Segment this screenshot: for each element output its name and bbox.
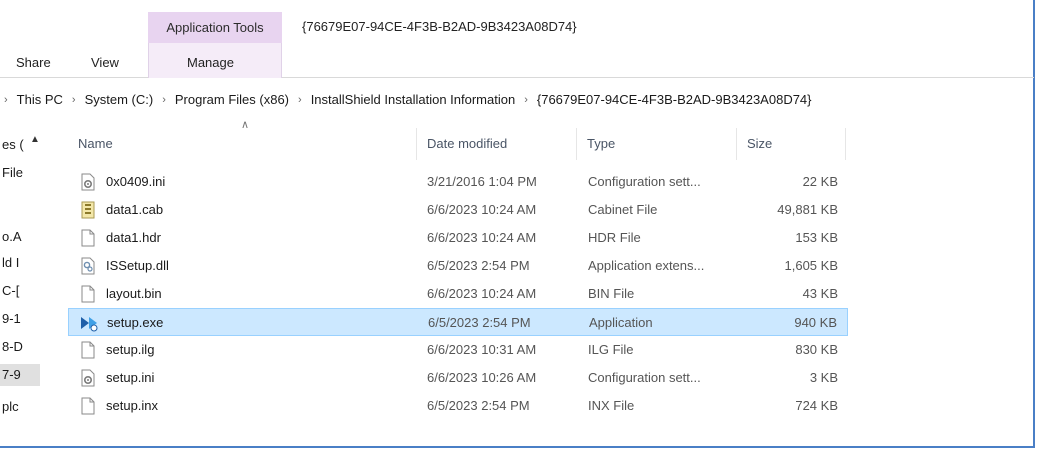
- nav-item[interactable]: 8-D: [0, 336, 40, 358]
- blank-file-icon: [81, 341, 95, 359]
- ini-file-icon: [81, 173, 95, 191]
- nav-item[interactable]: File: [0, 162, 40, 184]
- file-row[interactable]: setup.ilg 6/6/2023 10:31 AM ILG File 830…: [68, 336, 848, 364]
- file-name: setup.ini: [106, 370, 155, 385]
- file-size: 22 KB: [802, 174, 838, 189]
- file-size: 1,605 KB: [784, 258, 839, 273]
- file-row[interactable]: setup.inx 6/5/2023 2:54 PM INX File 724 …: [68, 392, 848, 420]
- file-size: 43 KB: [802, 286, 838, 301]
- file-name: data1.cab: [106, 202, 164, 217]
- file-date: 6/6/2023 10:24 AM: [427, 230, 537, 245]
- address-bar[interactable]: › This PC › System (C:) › Program Files …: [0, 86, 1034, 113]
- file-type: ILG File: [588, 342, 634, 357]
- nav-item[interactable]: o.A: [0, 226, 40, 248]
- file-size: 830 KB: [795, 342, 838, 357]
- ini-file-icon: [81, 369, 95, 387]
- nav-item[interactable]: 9-1: [0, 308, 40, 330]
- chevron-right-icon: ›: [4, 93, 8, 106]
- file-name: 0x0409.ini: [106, 174, 166, 189]
- breadcrumb-program-files-x86[interactable]: Program Files (x86): [175, 92, 289, 107]
- file-row[interactable]: 0x0409.ini 3/21/2016 1:04 PM Configurati…: [68, 168, 848, 196]
- breadcrumb-system-c[interactable]: System (C:): [85, 92, 154, 107]
- file-size: 940 KB: [794, 315, 837, 330]
- file-type: Cabinet File: [588, 202, 658, 217]
- breadcrumb-installshield[interactable]: InstallShield Installation Information: [311, 92, 516, 107]
- cab-file-icon: [81, 201, 95, 219]
- file-row[interactable]: ISSetup.dll 6/5/2023 2:54 PM Application…: [68, 252, 848, 280]
- application-tools-context-tab[interactable]: Application Tools: [148, 12, 282, 43]
- column-header-type[interactable]: Type: [577, 128, 737, 160]
- file-name: setup.ilg: [106, 342, 155, 357]
- file-date: 3/21/2016 1:04 PM: [427, 174, 537, 189]
- file-date: 6/6/2023 10:31 AM: [427, 342, 537, 357]
- column-header-date-modified[interactable]: Date modified: [417, 128, 577, 160]
- column-header-name[interactable]: Name: [68, 128, 417, 160]
- window-title: {76679E07-94CE-4F3B-B2AD-9B3423A08D74}: [302, 19, 577, 34]
- blank-file-icon: [81, 285, 95, 303]
- file-date: 6/6/2023 10:24 AM: [427, 202, 537, 217]
- context-tab-label: Application Tools: [166, 20, 264, 35]
- file-row[interactable]: data1.hdr 6/6/2023 10:24 AM HDR File 153…: [68, 224, 848, 252]
- file-type: Configuration sett...: [588, 370, 701, 385]
- nav-item[interactable]: ld I: [0, 252, 40, 274]
- nav-item[interactable]: C-[: [0, 280, 40, 302]
- chevron-right-icon: ›: [162, 93, 166, 106]
- file-name: setup.exe: [107, 315, 164, 330]
- file-name: setup.inx: [106, 398, 159, 413]
- file-type: Application extens...: [588, 258, 705, 273]
- file-date: 6/6/2023 10:26 AM: [427, 370, 537, 385]
- navigation-pane: es ( File o.A ld I C-[ 9-1 8-D 7-9 plc ▲: [0, 124, 40, 450]
- file-row[interactable]: layout.bin 6/6/2023 10:24 AM BIN File 43…: [68, 280, 848, 308]
- breadcrumb-this-pc[interactable]: This PC: [17, 92, 63, 107]
- file-date: 6/6/2023 10:24 AM: [427, 286, 537, 301]
- file-row-selected[interactable]: setup.exe 6/5/2023 2:54 PM Application 9…: [68, 308, 848, 336]
- file-type: HDR File: [588, 230, 641, 245]
- chevron-right-icon: ›: [71, 93, 76, 106]
- tab-manage[interactable]: Manage: [187, 55, 234, 70]
- file-row[interactable]: data1.cab 6/6/2023 10:24 AM Cabinet File…: [68, 196, 848, 224]
- nav-item[interactable]: plc: [0, 396, 40, 418]
- installer-app-icon: [81, 317, 98, 332]
- breadcrumb-guid-folder[interactable]: {76679E07-94CE-4F3B-B2AD-9B3423A08D74}: [537, 92, 812, 107]
- file-type: INX File: [588, 398, 635, 413]
- file-date: 6/5/2023 2:54 PM: [427, 398, 530, 413]
- file-type: Application: [589, 315, 653, 330]
- file-name: data1.hdr: [106, 230, 161, 245]
- file-size: 153 KB: [795, 230, 838, 245]
- column-header-size[interactable]: Size: [737, 128, 846, 160]
- file-size: 724 KB: [795, 398, 838, 413]
- dll-file-icon: [81, 257, 95, 275]
- tab-view[interactable]: View: [91, 55, 119, 70]
- ribbon-tab-row: Share View Manage: [0, 43, 1034, 78]
- tab-share[interactable]: Share: [16, 55, 51, 70]
- file-list: 0x0409.ini 3/21/2016 1:04 PM Configurati…: [68, 168, 848, 420]
- chevron-right-icon: ›: [298, 93, 302, 106]
- file-size: 3 KB: [809, 370, 838, 385]
- scroll-up-arrow-icon[interactable]: ▲: [30, 134, 40, 145]
- file-date: 6/5/2023 2:54 PM: [427, 258, 530, 273]
- file-size: 49,881 KB: [777, 202, 838, 217]
- file-name: layout.bin: [106, 286, 162, 301]
- file-date: 6/5/2023 2:54 PM: [428, 315, 531, 330]
- file-type: Configuration sett...: [588, 174, 701, 189]
- blank-file-icon: [81, 229, 95, 247]
- file-row[interactable]: setup.ini 6/6/2023 10:26 AM Configuratio…: [68, 364, 848, 392]
- nav-item-selected[interactable]: 7-9: [0, 364, 40, 386]
- file-type: BIN File: [588, 286, 635, 301]
- chevron-right-icon: ›: [524, 93, 528, 106]
- column-header-row: Name Date modified Type Size: [68, 128, 848, 160]
- file-name: ISSetup.dll: [106, 258, 169, 273]
- blank-file-icon: [81, 397, 95, 415]
